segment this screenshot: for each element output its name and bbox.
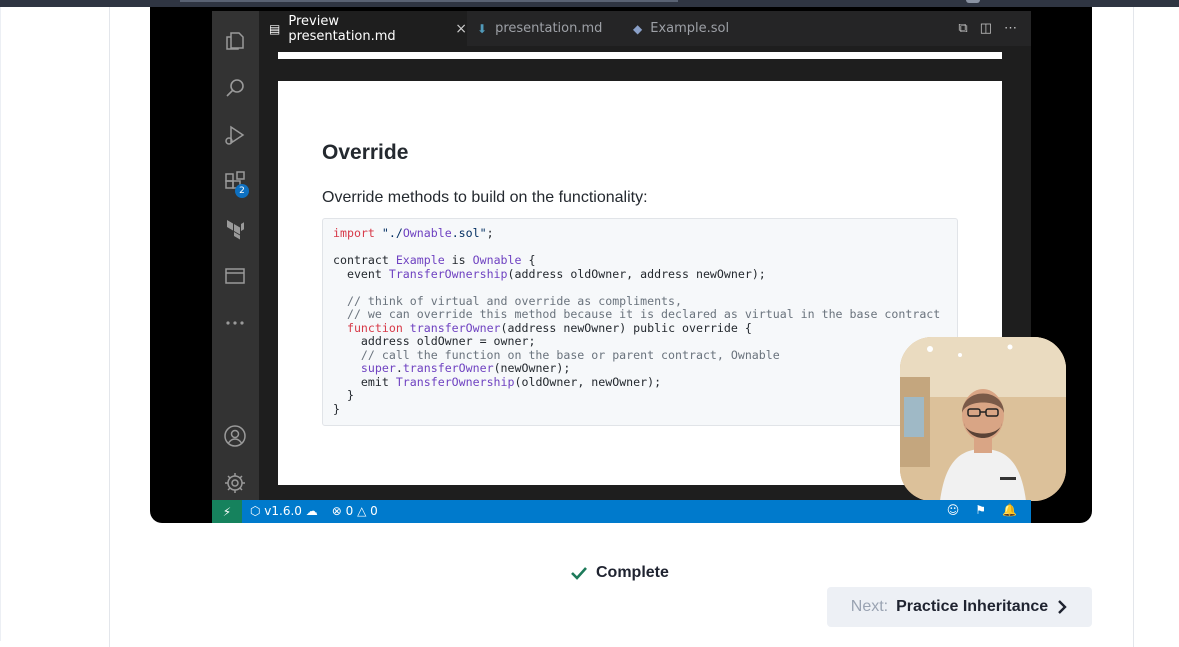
error-count: 0 (345, 504, 354, 518)
open-source-icon: ⧉ (958, 20, 968, 35)
video-player[interactable]: 2 ▤ Preview presentation.md × ⬇ presenta… (150, 7, 1092, 523)
extensions-badge: 2 (235, 184, 249, 198)
tab-presentation-md: ⬇ presentation.md (467, 11, 623, 46)
next-lesson-button[interactable]: Next: Practice Inheritance (827, 587, 1092, 627)
split-editor-icon: ◫ (979, 20, 992, 35)
markdown-icon: ⬇ (477, 21, 488, 36)
next-prefix: Next: (850, 598, 889, 615)
sidebar-border (0, 7, 1, 641)
previous-slide-edge (278, 52, 1002, 59)
notifications-bell-icon: 🔔 (1002, 503, 1017, 517)
code-text: import "./Ownable.sol"; contract Example… (333, 226, 941, 416)
status-items: ⬡ v1.6.0 ☁ ⊗ 0 △ 0 (250, 504, 378, 518)
complete-label: Complete (596, 564, 669, 581)
run-debug-icon (223, 123, 247, 147)
solidity-icon: ◆ (633, 21, 643, 36)
preview-icon: ▤ (269, 21, 281, 36)
editor-actions: ⧉ ◫ ⋯ (958, 20, 1017, 36)
explorer-icon (223, 29, 247, 53)
tab-label: Preview presentation.md (288, 13, 396, 44)
terraform-icon (223, 217, 247, 241)
version-status: ⬡ v1.6.0 ☁ (250, 504, 318, 518)
status-right-items: ☺ ⚑ 🔔 (947, 503, 1017, 517)
activity-bar: 2 (212, 11, 259, 500)
slide: Override Override methods to build on th… (278, 81, 1002, 485)
top-navigation-bar (0, 0, 1179, 7)
next-lesson-title: Practice Inheritance (896, 598, 1049, 615)
more-icon (223, 311, 247, 335)
account-icon (223, 424, 247, 448)
more-actions-icon: ⋯ (1004, 20, 1017, 35)
warning-count: 0 (370, 504, 378, 518)
feedback-icon: ⚑ (975, 503, 987, 517)
avatar[interactable] (966, 0, 980, 3)
settings-gear-icon (223, 471, 247, 495)
problems-status: ⊗ 0 △ 0 (331, 504, 378, 518)
tab-label: Example.sol (650, 21, 730, 36)
copilot-icon: ☺ (946, 503, 960, 517)
slide-title: Override (322, 141, 409, 164)
slide-subtitle: Override methods to build on the functio… (322, 189, 648, 206)
code-block: import "./Ownable.sol"; contract Example… (322, 218, 958, 426)
status-bar: ⚡ ⬡ v1.6.0 ☁ ⊗ 0 △ 0 ☺ ⚑ 🔔 (212, 500, 1031, 523)
tab-preview-presentation: ▤ Preview presentation.md × (259, 11, 467, 46)
tab-label: presentation.md (495, 21, 603, 36)
search-bar[interactable] (180, 0, 678, 2)
search-icon (223, 76, 247, 100)
chevron-right-icon (1058, 600, 1067, 614)
check-icon (571, 567, 587, 580)
browser-icon (223, 264, 247, 288)
version-label: v1.6.0 (264, 504, 302, 518)
complete-button[interactable]: Complete (570, 564, 669, 582)
presenter-webcam (900, 337, 1066, 501)
tab-example-sol: ◆ Example.sol (623, 11, 753, 46)
editor-tab-bar: ▤ Preview presentation.md × ⬇ presentati… (259, 11, 1031, 46)
remote-indicator-icon: ⚡ (212, 500, 242, 523)
close-icon: × (455, 20, 467, 37)
vscode-window: 2 ▤ Preview presentation.md × ⬇ presenta… (212, 11, 1066, 523)
